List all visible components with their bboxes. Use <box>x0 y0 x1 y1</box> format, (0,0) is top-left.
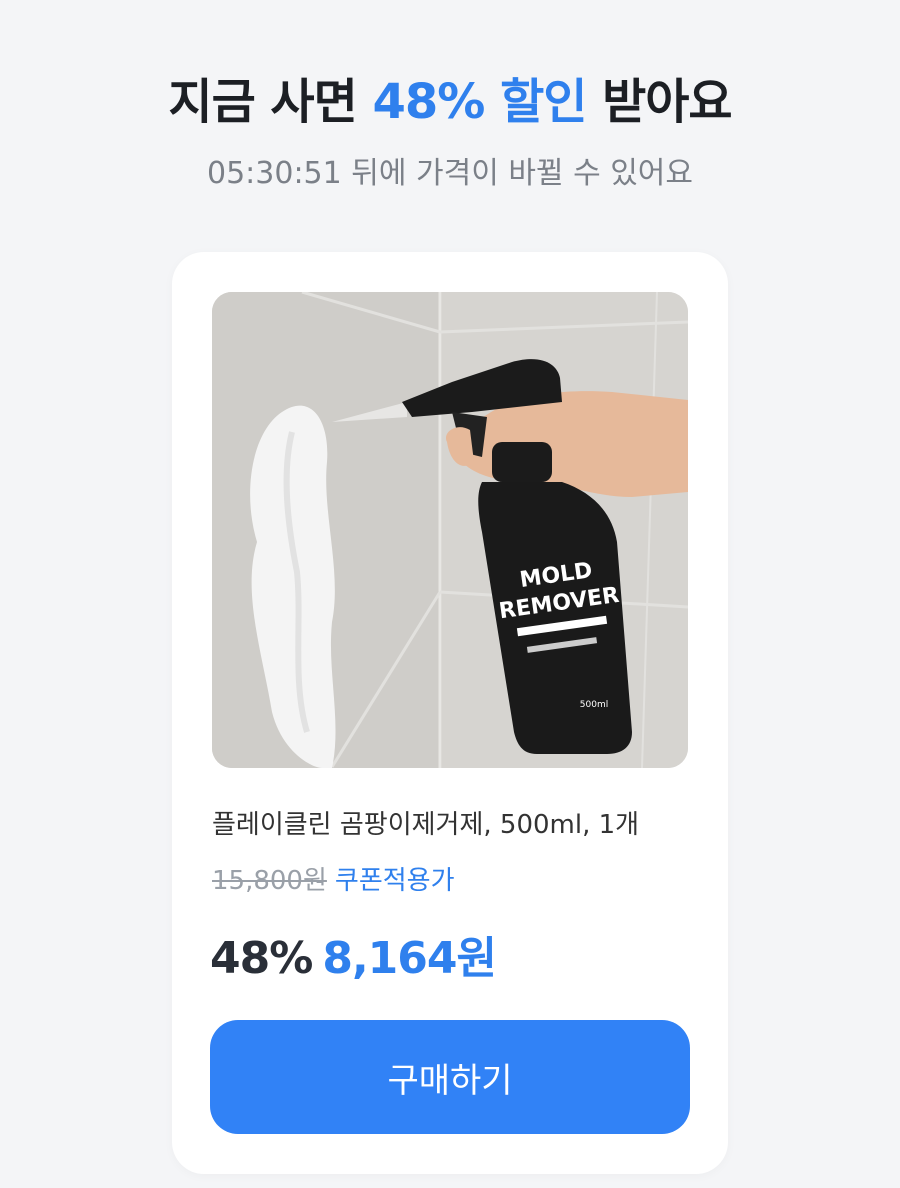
product-image: MOLD REMOVER 500ml <box>212 292 688 768</box>
final-price-row: 48% 8,164원 <box>210 922 497 986</box>
product-name: 플레이클린 곰팡이제거제, 500ml, 1개 <box>212 810 640 840</box>
product-photo-icon: MOLD REMOVER 500ml <box>212 292 688 768</box>
buy-button[interactable]: 구매하기 <box>210 1020 690 1134</box>
product-card: MOLD REMOVER 500ml 플레이클린 곰팡이제거제, 500ml, … <box>172 252 728 1174</box>
original-price: 15,800원 <box>212 866 327 896</box>
bottle-volume: 500ml <box>580 700 608 710</box>
headline-suffix: 받아요 <box>586 74 733 130</box>
sale-price: 8,164원 <box>322 933 497 984</box>
page-title: 지금 사면 48% 할인 받아요 <box>0 62 900 132</box>
countdown-subtitle: 05:30:51 뒤에 가격이 바뀔 수 있어요 <box>206 156 694 191</box>
coupon-label: 쿠폰적용가 <box>334 866 455 896</box>
price-row: 15,800원 쿠폰적용가 <box>212 860 455 897</box>
headline-prefix: 지금 사면 <box>168 74 373 130</box>
discount-rate: 48% <box>210 933 313 984</box>
headline-discount: 48% 할인 <box>372 74 587 130</box>
